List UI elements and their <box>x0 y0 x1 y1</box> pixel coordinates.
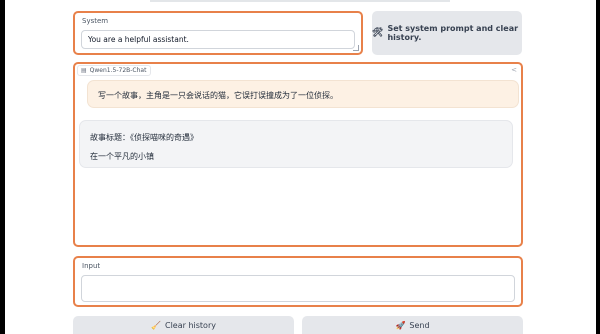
send-label: Send <box>409 320 430 330</box>
assistant-message-line: 在一个平凡的小镇 <box>90 152 154 161</box>
system-prompt-input[interactable]: You are a helpful assistant. <box>81 30 355 49</box>
set-system-prompt-label: Set system prompt and clear history. <box>387 24 519 42</box>
assistant-message: 故事标题：《侦探喵咪的奇遇》 在一个平凡的小镇 <box>79 120 513 168</box>
chatbot-label-tag: ▤ Qwen1.5-72B-Chat <box>77 65 152 76</box>
system-prompt-panel: System You are a helpful assistant. <box>73 11 363 55</box>
input-label: Input <box>82 262 101 270</box>
model-name: Qwen1.5-72B-Chat <box>89 67 147 74</box>
user-message-text: 写一个故事，主角是一只会说话的猫，它误打误撞成为了一位侦探。 <box>98 91 338 100</box>
set-system-prompt-button[interactable]: 🛠 Set system prompt and clear history. <box>372 11 522 55</box>
broom-icon: 🧹 <box>151 320 161 330</box>
assistant-message-line: 故事标题：《侦探喵咪的奇遇》 <box>90 133 198 142</box>
clear-history-label: Clear history <box>164 320 216 330</box>
chat-bubble-icon: ▤ <box>81 67 87 74</box>
window-edge-left <box>0 0 5 334</box>
clear-history-button[interactable]: 🧹 Clear history <box>73 316 294 334</box>
chatbot-panel: ▤ Qwen1.5-72B-Chat < 写一个故事，主角是一只会说话的猫，它误… <box>73 62 523 247</box>
share-icon[interactable]: < <box>511 66 517 74</box>
hammer-wrench-icon: 🛠 <box>372 28 384 38</box>
input-panel: Input <box>73 256 523 307</box>
window-edge-right <box>596 0 600 334</box>
user-message: 写一个故事，主角是一只会说话的猫，它误打误撞成为了一位侦探。 <box>87 80 519 108</box>
send-button[interactable]: 🚀 Send <box>302 316 523 334</box>
resize-handle-icon[interactable] <box>353 45 359 51</box>
top-scroll-edge <box>150 0 450 2</box>
message-input[interactable] <box>81 275 515 302</box>
rocket-icon: 🚀 <box>395 320 406 330</box>
system-label: System <box>82 17 109 25</box>
